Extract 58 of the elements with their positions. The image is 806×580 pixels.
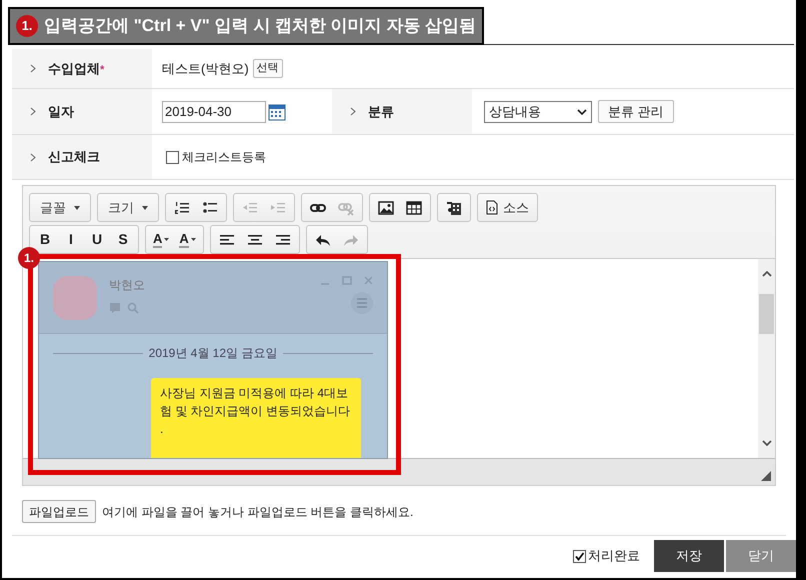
caret-icon (142, 206, 148, 210)
upload-button[interactable]: 파일업로드 (22, 500, 96, 523)
caret-icon (74, 206, 80, 210)
search-icon (127, 302, 139, 314)
toolbar-dropdown[interactable]: 글꼴 (32, 195, 88, 220)
chevron-icon (30, 107, 36, 116)
caret-icon (190, 238, 196, 241)
number-badge: 1. (18, 247, 40, 269)
source-button[interactable]: 소스 (480, 195, 535, 220)
date-field[interactable]: 2019-04-30 (162, 100, 266, 122)
document-code-icon (486, 200, 498, 215)
date-divider-text: 2019년 4월 12일 금요일 (148, 345, 278, 362)
chevron-icon (350, 107, 356, 116)
format-button[interactable]: U (84, 227, 110, 252)
message-text: . (160, 421, 164, 438)
scroll-up-icon (762, 271, 772, 277)
chevron-down-icon (577, 108, 587, 114)
scroll-down-icon (762, 440, 772, 446)
caret-icon (164, 238, 170, 241)
company-value: 테스트(박현오) (162, 60, 249, 78)
manage-category-button[interactable]: 분류 관리 (598, 100, 674, 123)
category-dropdown[interactable]: 상담내용 (484, 100, 592, 122)
resize-grip-icon (761, 471, 771, 481)
scrollbar[interactable] (758, 259, 775, 458)
chevron-icon (30, 64, 36, 73)
color-button[interactable]: A (148, 227, 174, 252)
field-label: 신고체크 (48, 148, 100, 166)
checkbox-label: 체크리스트등록 (182, 149, 266, 166)
bullet-list-icon (202, 200, 218, 216)
number-badge: 1. (16, 15, 38, 37)
format-button[interactable]: I (58, 227, 84, 252)
chat-bubble-icon (109, 302, 121, 314)
color-button[interactable]: A (174, 227, 201, 252)
ordered-list-icon (174, 200, 190, 216)
format-button[interactable]: S (110, 227, 136, 252)
field-label: 수입업체 (48, 60, 100, 78)
chevron-icon (30, 152, 36, 162)
upload-hint: 여기에 파일을 끌어 놓거나 파일업로드 버튼을 클릭하세요. (102, 504, 414, 520)
scrollbar-thumb[interactable] (759, 294, 774, 334)
image-icon (378, 200, 394, 216)
checkbox[interactable] (166, 150, 179, 164)
media-icon (446, 200, 462, 216)
field-label: 분류 (368, 102, 394, 121)
table-icon (406, 200, 422, 216)
window-controls-icon (321, 276, 373, 286)
field-label: 일자 (48, 102, 74, 121)
banner-text: 입력공간에 "Ctrl + V" 입력 시 캡처한 이미지 자동 삽입됨 (44, 15, 476, 38)
message-text: 사장님 지원금 미적용에 따라 4대보험 및 차인지급액이 변동되었습니다 (160, 385, 352, 420)
checkbox[interactable] (573, 550, 586, 562)
required-mark: * (100, 63, 104, 78)
save-button[interactable]: 저장 (654, 540, 724, 572)
photo-placeholder (53, 276, 97, 320)
calendar-icon (268, 102, 286, 120)
contact-name: 박현오 (109, 277, 146, 294)
checkbox-label: 처리완료 (588, 547, 640, 566)
toolbar-dropdown[interactable]: 크기 (100, 195, 156, 220)
menu-icon (351, 292, 373, 314)
select-button[interactable]: 선택 (252, 59, 283, 78)
